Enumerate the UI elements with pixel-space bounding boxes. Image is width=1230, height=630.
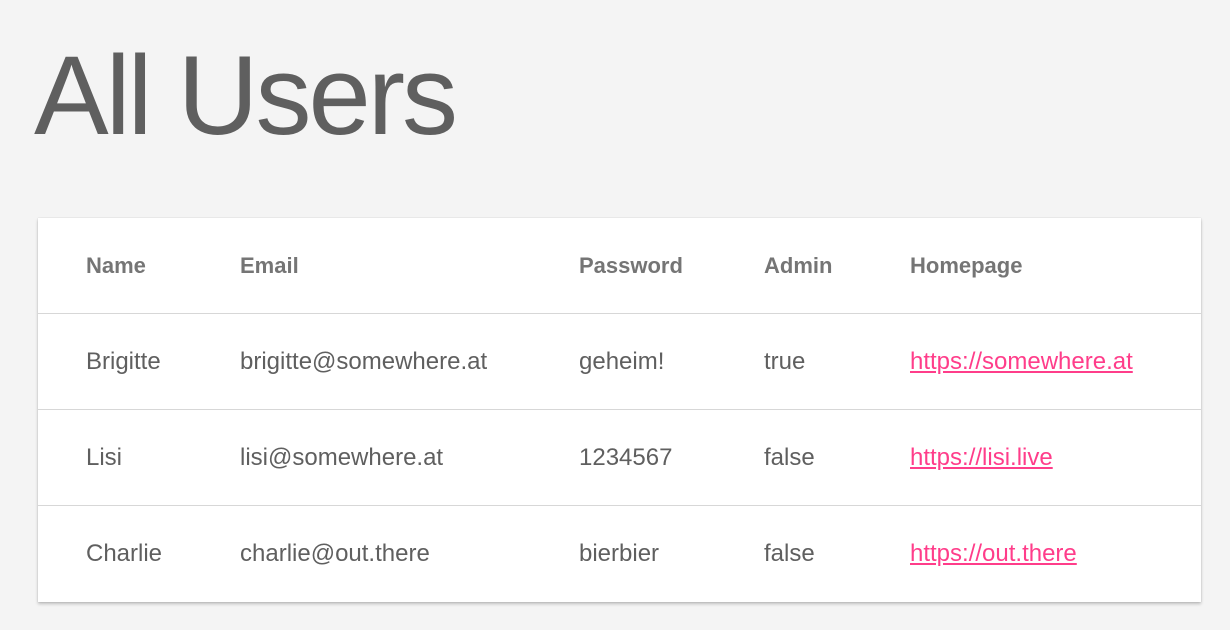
user-name-cell: Lisi <box>38 409 240 506</box>
user-homepage-cell: https://out.there <box>910 506 1201 602</box>
user-password-cell: 1234567 <box>579 409 764 506</box>
column-header-admin: Admin <box>764 218 910 314</box>
table-row: Lisi lisi@somewhere.at 1234567 false htt… <box>38 409 1201 506</box>
homepage-link[interactable]: https://out.there <box>910 540 1077 567</box>
page: All Users Name Email Password Admin Home… <box>0 0 1230 630</box>
homepage-link[interactable]: https://lisi.live <box>910 444 1053 471</box>
homepage-link[interactable]: https://somewhere.at <box>910 348 1133 375</box>
user-name-cell: Brigitte <box>38 313 240 410</box>
header-row: Name Email Password Admin Homepage <box>38 218 1201 314</box>
user-email-cell: brigitte@somewhere.at <box>240 313 579 410</box>
user-email-cell: lisi@somewhere.at <box>240 409 579 506</box>
user-admin-cell: true <box>764 313 910 410</box>
user-email-cell: charlie@out.there <box>240 539 430 567</box>
page-title: All Users <box>34 33 458 158</box>
user-homepage-cell: https://lisi.live <box>910 409 1201 506</box>
table-body: Brigitte brigitte@somewhere.at geheim! t… <box>38 313 1201 602</box>
column-header-email: Email <box>240 218 579 314</box>
column-header-password: Password <box>579 218 764 314</box>
column-header-name: Name <box>38 218 240 314</box>
users-table-card: Name Email Password Admin Homepage Brigi… <box>38 218 1201 602</box>
table-row: Brigitte brigitte@somewhere.at geheim! t… <box>38 313 1201 410</box>
user-admin-cell: false <box>764 409 910 506</box>
table-row: Charlie charlie@out.there bierbier false… <box>38 506 1201 602</box>
user-homepage-cell: https://somewhere.at <box>910 313 1201 410</box>
user-admin-cell: false <box>764 539 815 567</box>
users-table: Name Email Password Admin Homepage Brigi… <box>38 218 1201 601</box>
table-header: Name Email Password Admin Homepage <box>38 218 1201 314</box>
user-password-cell: bierbier <box>579 539 660 567</box>
user-password-cell: geheim! <box>579 313 764 410</box>
column-header-homepage: Homepage <box>910 218 1201 314</box>
user-name-cell: Charlie <box>86 539 163 567</box>
